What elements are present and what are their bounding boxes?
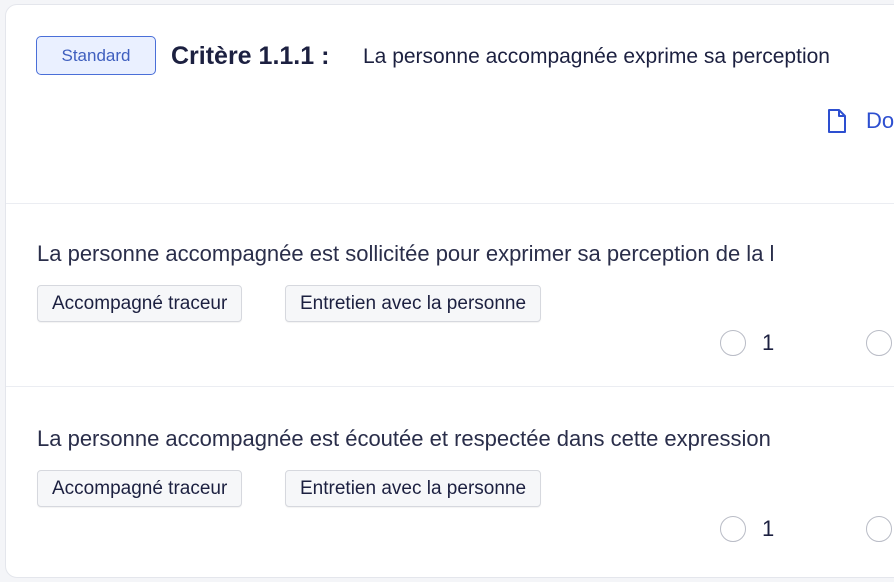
criterion-header: Standard Critère 1.1.1 : La personne acc… (6, 5, 894, 203)
radio-option-2[interactable] (866, 330, 892, 356)
document-icon (826, 108, 848, 134)
tag-accompagne-traceur: Accompagné traceur (37, 285, 243, 322)
radio-option-2[interactable] (866, 516, 892, 542)
radio-option-1[interactable] (720, 330, 746, 356)
document-link[interactable]: Do (826, 108, 894, 134)
document-link-label: Do (866, 108, 894, 133)
question-text: La personne accompagnée est écoutée et r… (37, 426, 771, 451)
standard-badge[interactable]: Standard (36, 36, 156, 75)
criterion-title: Critère 1.1.1 : (171, 42, 330, 70)
tag-accompagne-traceur: Accompagné traceur (37, 470, 243, 507)
question-row: La personne accompagnée est sollicitée p… (6, 204, 894, 386)
tag-entretien: Entretien avec la personne (285, 285, 542, 322)
question-text: La personne accompagnée est sollicitée p… (37, 241, 775, 266)
criterion-card: Standard Critère 1.1.1 : La personne acc… (5, 4, 894, 578)
radio-option-1[interactable] (720, 516, 746, 542)
criterion-description: La personne accompagnée exprime sa perce… (363, 45, 830, 68)
radio-option-1-label: 1 (762, 330, 775, 355)
tag-entretien: Entretien avec la personne (285, 470, 542, 507)
question-row: La personne accompagnée est écoutée et r… (6, 387, 894, 577)
radio-option-1-label: 1 (762, 516, 775, 541)
